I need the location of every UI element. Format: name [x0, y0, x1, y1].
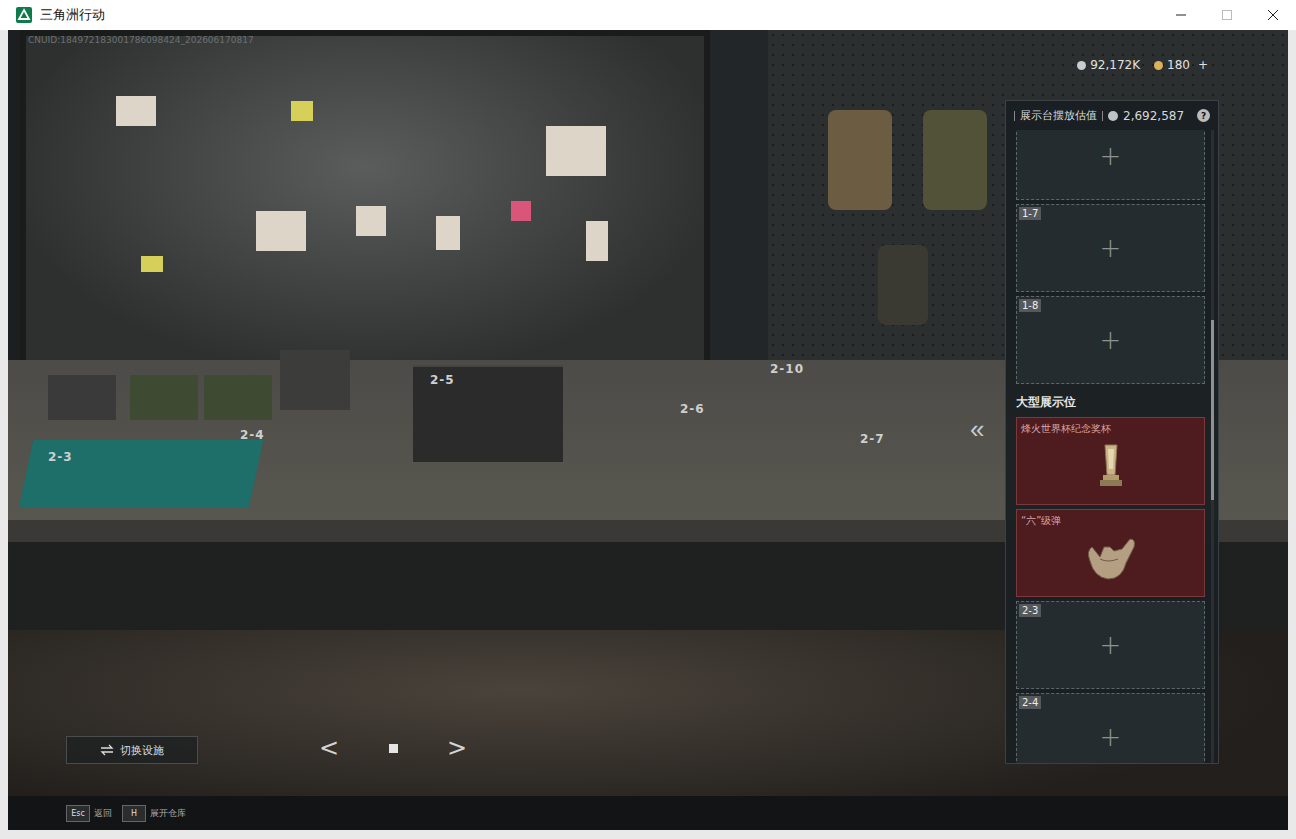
game-viewport: 2-3 2-4 2-5 2-6 2-7 2-10 CNUID:18497218300178… — [8, 30, 1288, 830]
window-title: 三角洲行动 — [40, 6, 105, 24]
prev-button[interactable]: < — [313, 734, 345, 762]
next-button[interactable]: > — [441, 734, 473, 762]
coin-icon — [1154, 61, 1163, 70]
minimize-icon — [1175, 9, 1187, 21]
add-item-button[interactable]: + — [1100, 143, 1122, 169]
display-panel: 展示台摆放估值 2,692,587 ? +1-7 +1-8 +大型展示位 烽火世… — [1005, 100, 1219, 764]
display-slot[interactable]: “六”级弹 — [1016, 509, 1205, 597]
close-icon — [1267, 9, 1279, 21]
coin-icon — [1077, 61, 1086, 70]
maximize-icon — [1221, 9, 1233, 21]
slot-floor-label: 2-6 — [680, 402, 705, 416]
footer-bar: Esc 返回 H 展开仓库 — [8, 796, 1288, 830]
display-slot[interactable]: + — [1016, 130, 1205, 200]
currency-amount: 92,172K — [1090, 58, 1140, 72]
item-name: 烽火世界杯纪念奖杯 — [1021, 422, 1111, 436]
trophy-icon — [1091, 441, 1131, 493]
currency-amount: 180 — [1167, 58, 1190, 72]
slot-floor-label: 2-3 — [48, 450, 73, 464]
panel-header: 展示台摆放估值 2,692,587 ? — [1006, 101, 1218, 130]
display-slot[interactable]: 2-3 + — [1016, 601, 1205, 689]
currency-bar: 92,172K 180 + — [1077, 58, 1208, 72]
key-cap: Esc — [66, 805, 90, 822]
key-hint-label: 返回 — [94, 807, 112, 820]
slot-label: 1-8 — [1019, 299, 1041, 312]
section-heading: 大型展示位 — [1016, 388, 1205, 413]
display-slot[interactable]: 1-7 + — [1016, 204, 1205, 292]
add-currency-button[interactable]: + — [1198, 58, 1208, 72]
panel-value: 2,692,587 — [1123, 109, 1184, 123]
minimize-button[interactable] — [1158, 0, 1204, 30]
maximize-button[interactable] — [1204, 0, 1250, 30]
slot-floor-label: 2-7 — [860, 432, 885, 446]
slot-label: 1-7 — [1019, 207, 1041, 220]
map-board — [20, 30, 710, 370]
display-slot[interactable]: 烽火世界杯纪念奖杯 — [1016, 417, 1205, 505]
slot-floor-label: 2-10 — [770, 362, 804, 376]
page-dot[interactable] — [389, 744, 398, 753]
pager: < > — [313, 734, 473, 762]
key-cap: H — [122, 805, 146, 822]
add-item-button[interactable]: + — [1100, 632, 1122, 658]
switch-facility-label: 切换设施 — [120, 743, 164, 758]
key-hint[interactable]: Esc 返回 — [66, 805, 112, 822]
key-hint-label: 展开仓库 — [150, 807, 186, 820]
switch-facility-button[interactable]: 切换设施 — [66, 736, 198, 764]
slot-floor-label: 2-5 — [430, 373, 455, 387]
currency-item: 180 + — [1154, 58, 1208, 72]
panel-title: 展示台摆放估值 — [1020, 108, 1097, 123]
display-slot[interactable]: 1-8 + — [1016, 296, 1205, 384]
add-item-button[interactable]: + — [1100, 724, 1122, 750]
swap-icon — [100, 744, 114, 756]
slot-floor-label: 2-4 — [240, 428, 265, 442]
help-button[interactable]: ? — [1197, 109, 1210, 122]
currency-item: 92,172K — [1077, 58, 1140, 72]
add-item-button[interactable]: + — [1100, 327, 1122, 353]
slot-label: 2-3 — [1019, 604, 1041, 617]
coin-icon — [1108, 111, 1118, 121]
hand-sign-icon — [1078, 533, 1144, 585]
display-slot[interactable]: 2-4 + — [1016, 693, 1205, 763]
app-logo-icon — [16, 7, 32, 23]
slot-label: 2-4 — [1019, 696, 1041, 709]
close-button[interactable] — [1250, 0, 1296, 30]
title-bar: 三角洲行动 — [0, 0, 1296, 30]
collapse-panel-button[interactable]: « — [970, 414, 984, 445]
item-name: “六”级弹 — [1021, 514, 1061, 528]
game-window: 三角洲行动 2-3 2-4 2-5 2-6 2-7 2-10 CNUID:18497218… — [0, 0, 1296, 839]
uid-text: CNUID:184972183001786098424_202606170817 — [28, 35, 254, 45]
key-hint[interactable]: H 展开仓库 — [122, 805, 186, 822]
add-item-button[interactable]: + — [1100, 235, 1122, 261]
